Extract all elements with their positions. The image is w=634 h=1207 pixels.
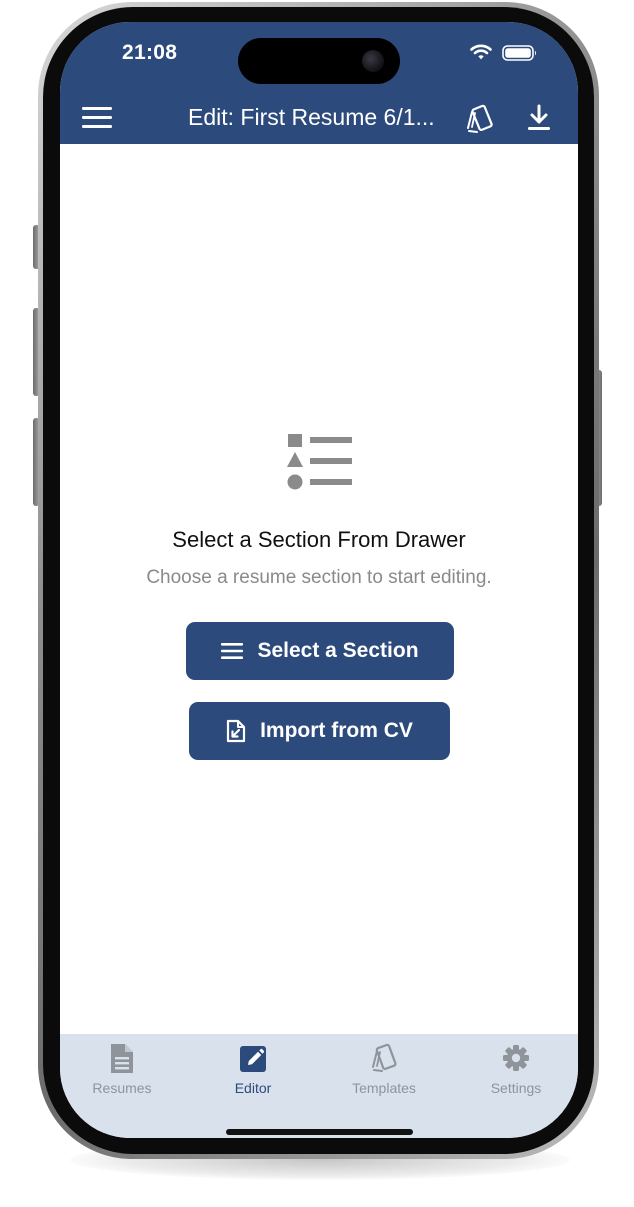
select-section-button[interactable]: Select a Section bbox=[186, 622, 454, 680]
hamburger-menu-icon[interactable] bbox=[82, 106, 114, 130]
tab-resumes[interactable]: Resumes bbox=[62, 1042, 182, 1102]
tab-settings-label: Settings bbox=[490, 1080, 542, 1096]
camera-icon bbox=[362, 50, 384, 72]
cards-icon[interactable] bbox=[464, 104, 496, 134]
select-section-label: Select a Section bbox=[257, 639, 419, 662]
empty-state-title: Select a Section From Drawer bbox=[172, 527, 466, 552]
home-indicator[interactable] bbox=[226, 1129, 413, 1135]
gear-icon bbox=[503, 1045, 529, 1071]
empty-state-subtitle: Choose a resume section to start editing… bbox=[146, 567, 492, 588]
dynamic-island bbox=[238, 38, 400, 84]
phone-mockup: 21:08 Edit: First Resume 6/1... Select a… bbox=[0, 0, 634, 1207]
page-title: Edit: First Resume 6/1... bbox=[188, 104, 435, 130]
edit-icon bbox=[240, 1046, 266, 1072]
tab-templates[interactable]: Templates bbox=[324, 1042, 444, 1102]
app-header: 21:08 Edit: First Resume 6/1... bbox=[60, 22, 578, 144]
list-icon bbox=[221, 643, 244, 659]
import-from-cv-label: Import from CV bbox=[260, 719, 413, 742]
bottom-tab-bar: Resumes Editor Templates Settings bbox=[60, 1034, 578, 1138]
tab-editor[interactable]: Editor bbox=[193, 1042, 313, 1102]
status-time: 21:08 bbox=[122, 41, 178, 64]
tab-editor-label: Editor bbox=[234, 1080, 272, 1096]
document-icon bbox=[111, 1044, 133, 1073]
cards-icon bbox=[372, 1043, 397, 1072]
tab-templates-label: Templates bbox=[352, 1080, 416, 1096]
tab-resumes-label: Resumes bbox=[92, 1080, 152, 1096]
download-icon[interactable] bbox=[526, 104, 552, 132]
tab-settings[interactable]: Settings bbox=[456, 1042, 576, 1102]
phone-screen: 21:08 Edit: First Resume 6/1... Select a… bbox=[60, 22, 578, 1138]
shapes-list-icon bbox=[287, 434, 352, 490]
battery-icon bbox=[502, 45, 536, 61]
import-from-cv-button[interactable]: Import from CV bbox=[189, 702, 450, 760]
wifi-icon bbox=[470, 44, 492, 60]
file-import-icon bbox=[226, 719, 246, 743]
